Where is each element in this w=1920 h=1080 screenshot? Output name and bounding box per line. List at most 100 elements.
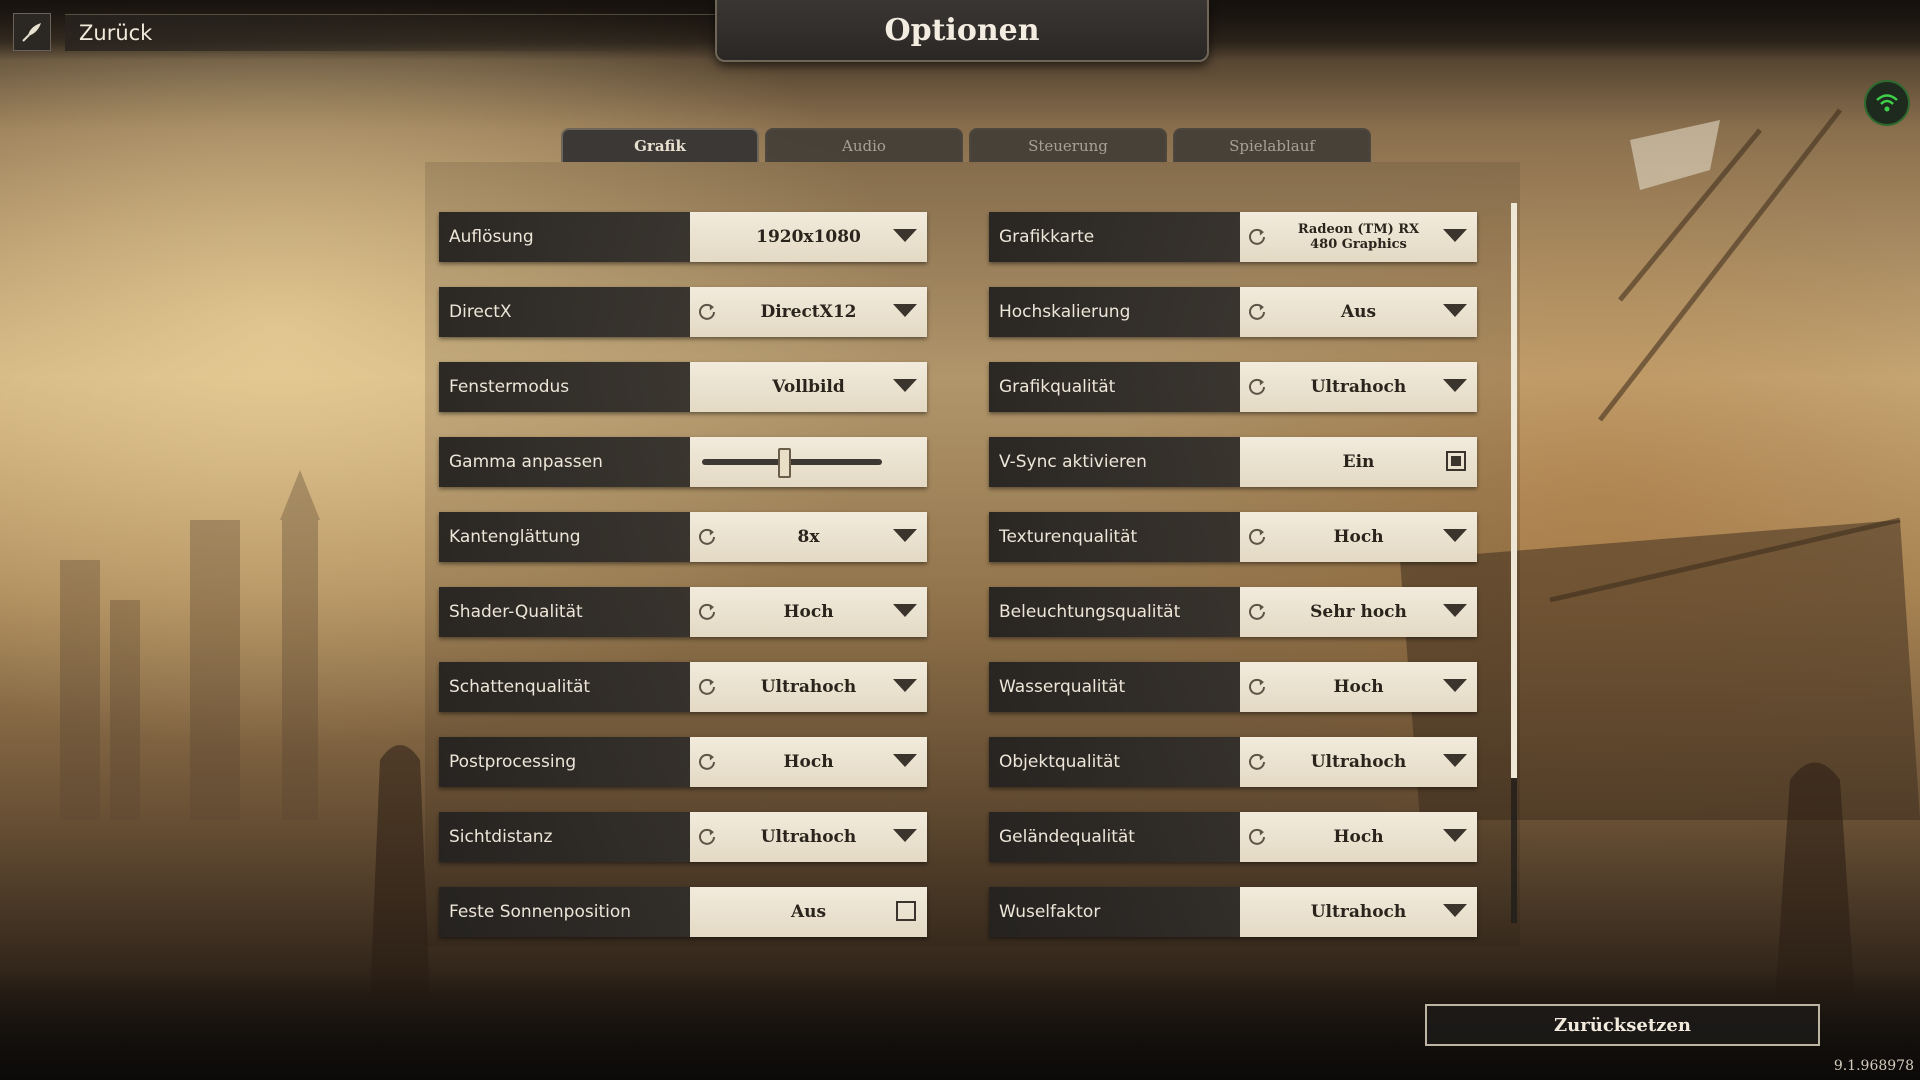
setting-value: Radeon (TM) RX 480 Graphics xyxy=(1297,222,1420,252)
setting-value: Hoch xyxy=(1333,827,1384,847)
chevron-down-icon[interactable] xyxy=(893,304,917,317)
network-status-button[interactable] xyxy=(1864,80,1910,126)
chevron-down-icon[interactable] xyxy=(1443,904,1467,917)
chevron-down-icon[interactable] xyxy=(893,379,917,392)
chevron-down-icon[interactable] xyxy=(1443,604,1467,617)
title-plate: Optionen xyxy=(715,0,1209,62)
setting-dropdown[interactable]: Hoch xyxy=(1240,812,1477,862)
setting-value: Ultrahoch xyxy=(1310,902,1407,922)
tab-spielablauf[interactable]: Spielablauf xyxy=(1173,128,1371,162)
slider-thumb[interactable] xyxy=(778,448,791,478)
setting-row-beleuchtungsqualität: Beleuchtungsqualität Sehr hoch xyxy=(989,587,1477,637)
setting-label: V-Sync aktivieren xyxy=(989,437,1240,487)
checkbox-box[interactable] xyxy=(1446,451,1466,471)
reset-all-button[interactable]: Zurücksetzen xyxy=(1425,1004,1820,1046)
setting-label: Fenstermodus xyxy=(439,362,690,412)
reset-icon[interactable] xyxy=(1246,301,1268,323)
reset-icon[interactable] xyxy=(696,751,718,773)
version-label: 9.1.968978 xyxy=(1833,1058,1914,1074)
setting-label: DirectX xyxy=(439,287,690,337)
setting-dropdown[interactable]: Ultrahoch xyxy=(690,812,927,862)
chevron-down-icon[interactable] xyxy=(893,829,917,842)
setting-dropdown[interactable]: Hoch xyxy=(690,737,927,787)
setting-row-grafikkarte: Grafikkarte Radeon (TM) RX 480 Graphics xyxy=(989,212,1477,262)
setting-value: Aus xyxy=(1340,302,1377,322)
setting-row-feste-sonnenposition: Feste Sonnenposition Aus xyxy=(439,887,927,937)
scrollbar-thumb[interactable] xyxy=(1511,203,1517,778)
reset-icon[interactable] xyxy=(1246,226,1268,248)
setting-dropdown[interactable]: DirectX12 xyxy=(690,287,927,337)
reset-icon[interactable] xyxy=(1246,751,1268,773)
setting-dropdown[interactable]: Sehr hoch xyxy=(1240,587,1477,637)
setting-dropdown[interactable]: Vollbild xyxy=(690,362,927,412)
reset-icon[interactable] xyxy=(696,676,718,698)
chevron-down-icon[interactable] xyxy=(1443,754,1467,767)
setting-value: 1920x1080 xyxy=(756,227,861,247)
setting-row-objektqualität: Objektqualität Ultrahoch xyxy=(989,737,1477,787)
setting-dropdown[interactable]: Radeon (TM) RX 480 Graphics xyxy=(1240,212,1477,262)
wifi-icon xyxy=(1876,94,1898,112)
setting-dropdown[interactable]: Ultrahoch xyxy=(1240,887,1477,937)
setting-dropdown[interactable]: Ultrahoch xyxy=(1240,737,1477,787)
setting-row-gamma-anpassen: Gamma anpassen xyxy=(439,437,927,487)
setting-dropdown[interactable]: Ultrahoch xyxy=(690,662,927,712)
quill-back-icon xyxy=(22,23,41,42)
setting-dropdown[interactable]: 8x xyxy=(690,512,927,562)
reset-icon[interactable] xyxy=(696,826,718,848)
back-button[interactable] xyxy=(13,13,51,51)
chevron-down-icon[interactable] xyxy=(893,604,917,617)
reset-icon[interactable] xyxy=(1246,826,1268,848)
setting-value: Ultrahoch xyxy=(1310,377,1407,397)
tab-grafik[interactable]: Grafik xyxy=(561,128,759,162)
setting-value: DirectX12 xyxy=(760,302,857,322)
setting-row-directx: DirectX DirectX12 xyxy=(439,287,927,337)
chevron-down-icon[interactable] xyxy=(1443,529,1467,542)
slider-track[interactable] xyxy=(702,459,882,465)
setting-row-schattenqualität: Schattenqualität Ultrahoch xyxy=(439,662,927,712)
setting-label: Objektqualität xyxy=(989,737,1240,787)
chevron-down-icon[interactable] xyxy=(1443,379,1467,392)
setting-checkbox[interactable]: Ein xyxy=(1240,437,1477,487)
setting-row-wuselfaktor: Wuselfaktor Ultrahoch xyxy=(989,887,1477,937)
tab-audio[interactable]: Audio xyxy=(765,128,963,162)
setting-value: Vollbild xyxy=(772,377,845,397)
setting-label: Postprocessing xyxy=(439,737,690,787)
chevron-down-icon[interactable] xyxy=(893,754,917,767)
reset-icon[interactable] xyxy=(696,526,718,548)
setting-value: 8x xyxy=(797,527,820,547)
chevron-down-icon[interactable] xyxy=(1443,829,1467,842)
setting-value: Ultrahoch xyxy=(760,677,857,697)
scrollbar[interactable] xyxy=(1511,203,1517,923)
tab-steuerung[interactable]: Steuerung xyxy=(969,128,1167,162)
reset-icon[interactable] xyxy=(696,601,718,623)
setting-label: Auflösung xyxy=(439,212,690,262)
reset-icon[interactable] xyxy=(1246,526,1268,548)
reset-icon[interactable] xyxy=(1246,676,1268,698)
setting-checkbox[interactable]: Aus xyxy=(690,887,927,937)
setting-row-postprocessing: Postprocessing Hoch xyxy=(439,737,927,787)
setting-dropdown[interactable]: Hoch xyxy=(1240,662,1477,712)
chevron-down-icon[interactable] xyxy=(1443,304,1467,317)
setting-label: Schattenqualität xyxy=(439,662,690,712)
gamma-slider[interactable] xyxy=(690,437,927,487)
checkbox-box[interactable] xyxy=(896,901,916,921)
setting-dropdown[interactable]: Hoch xyxy=(690,587,927,637)
chevron-down-icon[interactable] xyxy=(1443,679,1467,692)
chevron-down-icon[interactable] xyxy=(893,229,917,242)
chevron-down-icon[interactable] xyxy=(1443,229,1467,242)
setting-value: Ultrahoch xyxy=(760,827,857,847)
setting-dropdown[interactable]: 1920x1080 xyxy=(690,212,927,262)
setting-row-fenstermodus: Fenstermodus Vollbild xyxy=(439,362,927,412)
reset-icon[interactable] xyxy=(1246,601,1268,623)
setting-dropdown[interactable]: Hoch xyxy=(1240,512,1477,562)
setting-dropdown[interactable]: Aus xyxy=(1240,287,1477,337)
reset-icon[interactable] xyxy=(1246,376,1268,398)
setting-row-grafikqualität: Grafikqualität Ultrahoch xyxy=(989,362,1477,412)
back-label[interactable]: Zurück xyxy=(65,14,719,51)
reset-icon[interactable] xyxy=(696,301,718,323)
chevron-down-icon[interactable] xyxy=(893,529,917,542)
setting-label: Feste Sonnenposition xyxy=(439,887,690,937)
chevron-down-icon[interactable] xyxy=(893,679,917,692)
setting-label: Hochskalierung xyxy=(989,287,1240,337)
setting-dropdown[interactable]: Ultrahoch xyxy=(1240,362,1477,412)
